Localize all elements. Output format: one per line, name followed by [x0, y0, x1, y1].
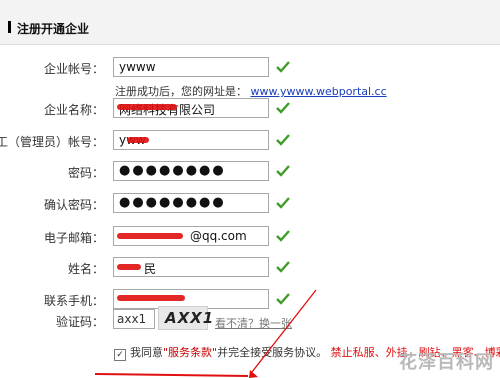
annotation-arrow: [94, 289, 317, 378]
